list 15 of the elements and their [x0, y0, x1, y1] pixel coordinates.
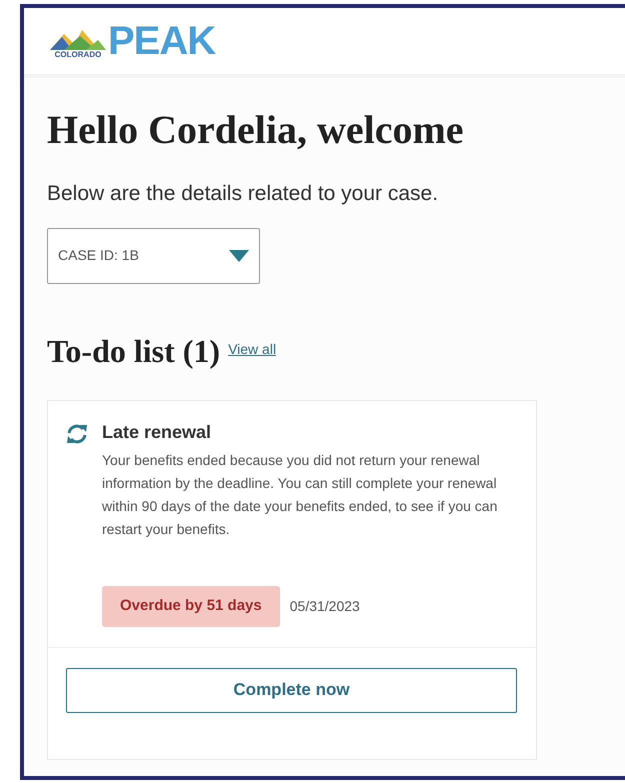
logo-state-text: COLORADO [54, 50, 102, 59]
todo-heading: To-do list (1) [47, 332, 220, 370]
complete-now-button[interactable]: Complete now [66, 668, 517, 712]
intro-text: Below are the details related to your case. [47, 181, 438, 207]
dropdown-caret-icon [229, 250, 249, 262]
logo-brand-text: PEAK [108, 23, 216, 59]
greeting-heading: Hello Cordelia, welcome [47, 106, 464, 154]
task-description: Your benefits ended because you did not return your renewal information by the deadline. You can still complete your renewal within 90 days of the date your benefits ended, to see if you can restart your benefits. [102, 450, 498, 539]
case-select[interactable]: CASE ID: 1B [47, 228, 260, 284]
mountain-logo-icon [50, 28, 106, 50]
task-title: Late renewal [102, 420, 212, 442]
overdue-badge: Overdue by 51 days [102, 586, 280, 626]
due-date: 05/31/2023 [290, 596, 360, 616]
view-all-link[interactable]: View all [228, 338, 276, 360]
refresh-icon [66, 422, 88, 444]
